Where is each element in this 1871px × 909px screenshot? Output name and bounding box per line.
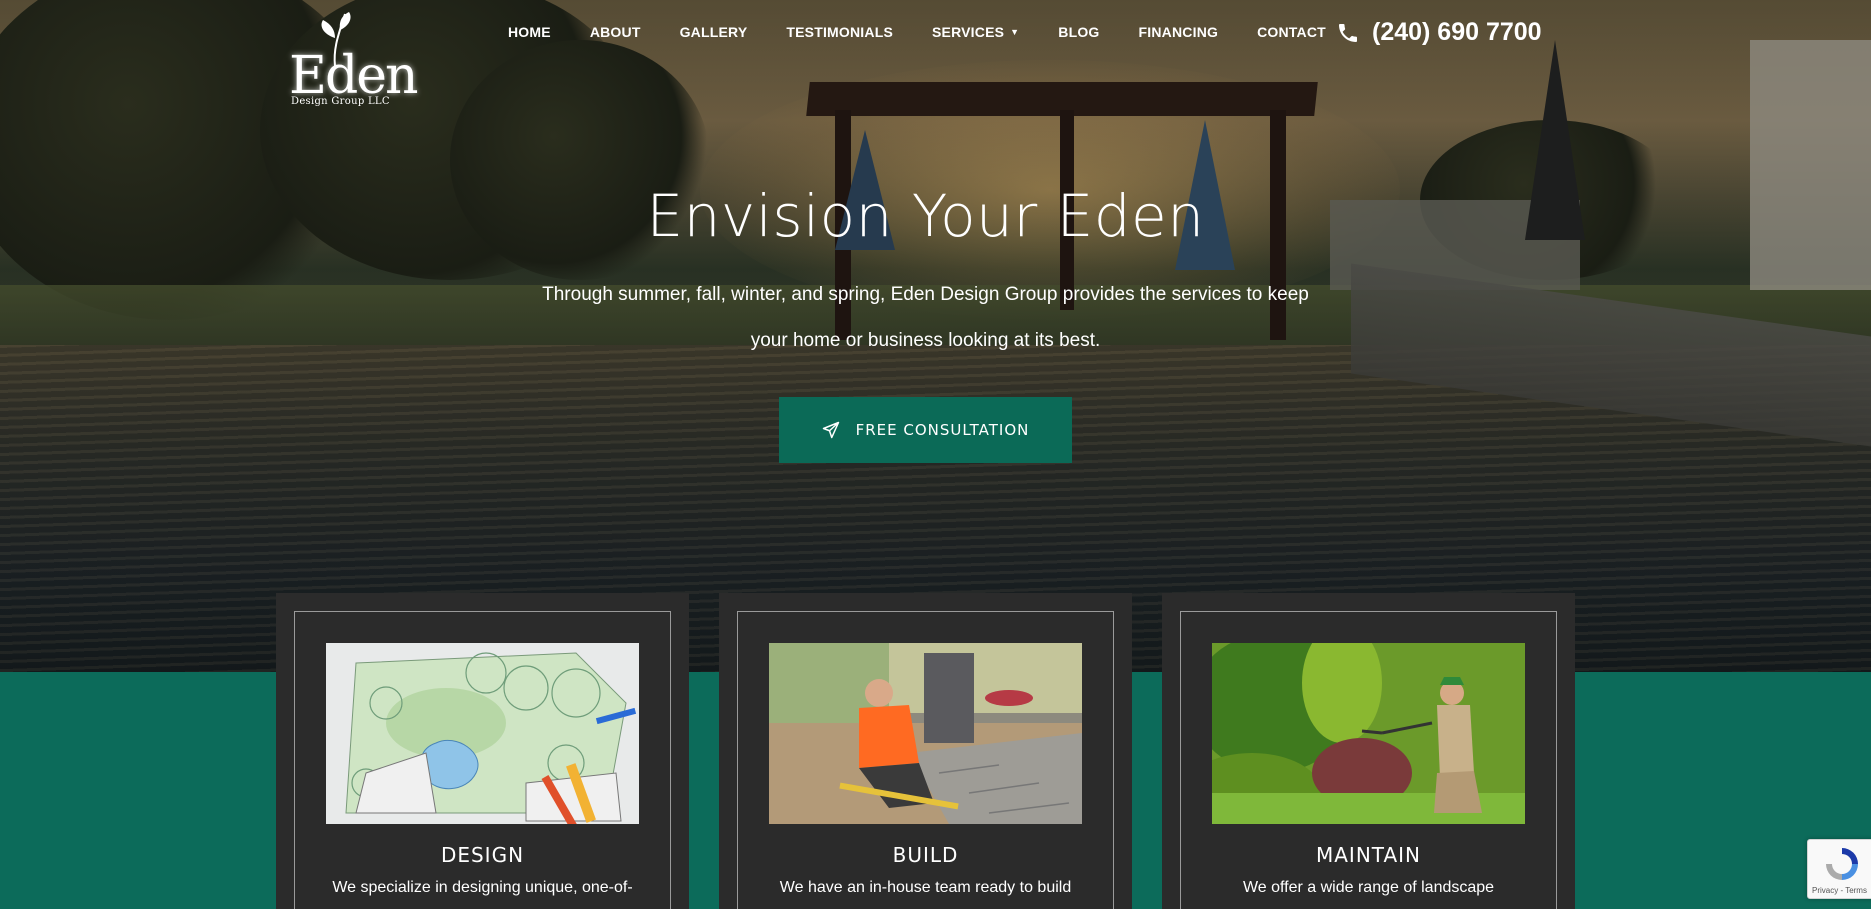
nav-blog[interactable]: BLOG (1058, 24, 1099, 40)
phone-link[interactable]: (240) 690 7700 (1336, 18, 1542, 47)
landscape-plan-image (326, 643, 639, 824)
hero-subtitle: Through summer, fall, winter, and spring… (542, 284, 1309, 351)
card-text: We have an in-house team ready to build (779, 879, 1072, 896)
main-nav: HOME ABOUT GALLERY TESTIMONIALS SERVICES… (508, 24, 1365, 40)
card-text: We offer a wide range of landscape (1242, 879, 1495, 896)
free-consultation-button[interactable]: FREE CONSULTATION (779, 397, 1072, 463)
recaptcha-icon (1826, 848, 1858, 880)
eden-logo[interactable]: Eden Design Group LLC (285, 8, 419, 120)
nav-about[interactable]: ABOUT (590, 24, 641, 40)
paper-plane-icon (822, 421, 839, 439)
gardener-trimming-hedge-image (1212, 643, 1525, 824)
logo-tagline: Design Group LLC (291, 96, 390, 107)
cta-label: FREE CONSULTATION (855, 421, 1030, 439)
hero-title: Envision Your Eden (646, 182, 1205, 250)
worker-laying-pavers-image (769, 643, 1082, 824)
phone-icon (1339, 23, 1357, 42)
chevron-down-icon: ▼ (1010, 27, 1020, 37)
recaptcha-badge[interactable]: Privacy - Terms (1807, 839, 1871, 899)
nav-home[interactable]: HOME (508, 24, 551, 40)
nav-testimonials[interactable]: TESTIMONIALS (786, 24, 893, 40)
service-card-design[interactable]: DESIGN We specialize in designing unique… (276, 593, 689, 909)
nav-services-label: SERVICES (932, 24, 1005, 40)
card-title: BUILD (892, 843, 959, 867)
nav-contact[interactable]: CONTACT (1257, 24, 1326, 40)
card-title: DESIGN (440, 843, 525, 867)
service-card-maintain[interactable]: MAINTAIN We offer a wide range of landsc… (1162, 593, 1575, 909)
service-card-build[interactable]: BUILD We have an in-house team ready to … (719, 593, 1132, 909)
card-title: MAINTAIN (1315, 843, 1421, 867)
recaptcha-privacy-terms[interactable]: Privacy - Terms (1812, 886, 1867, 895)
nav-services[interactable]: SERVICES ▼ (932, 24, 1019, 40)
nav-gallery[interactable]: GALLERY (680, 24, 748, 40)
phone-number: (240) 690 7700 (1372, 18, 1542, 46)
card-text: We specialize in designing unique, one-o… (332, 879, 633, 896)
nav-financing[interactable]: FINANCING (1139, 24, 1219, 40)
